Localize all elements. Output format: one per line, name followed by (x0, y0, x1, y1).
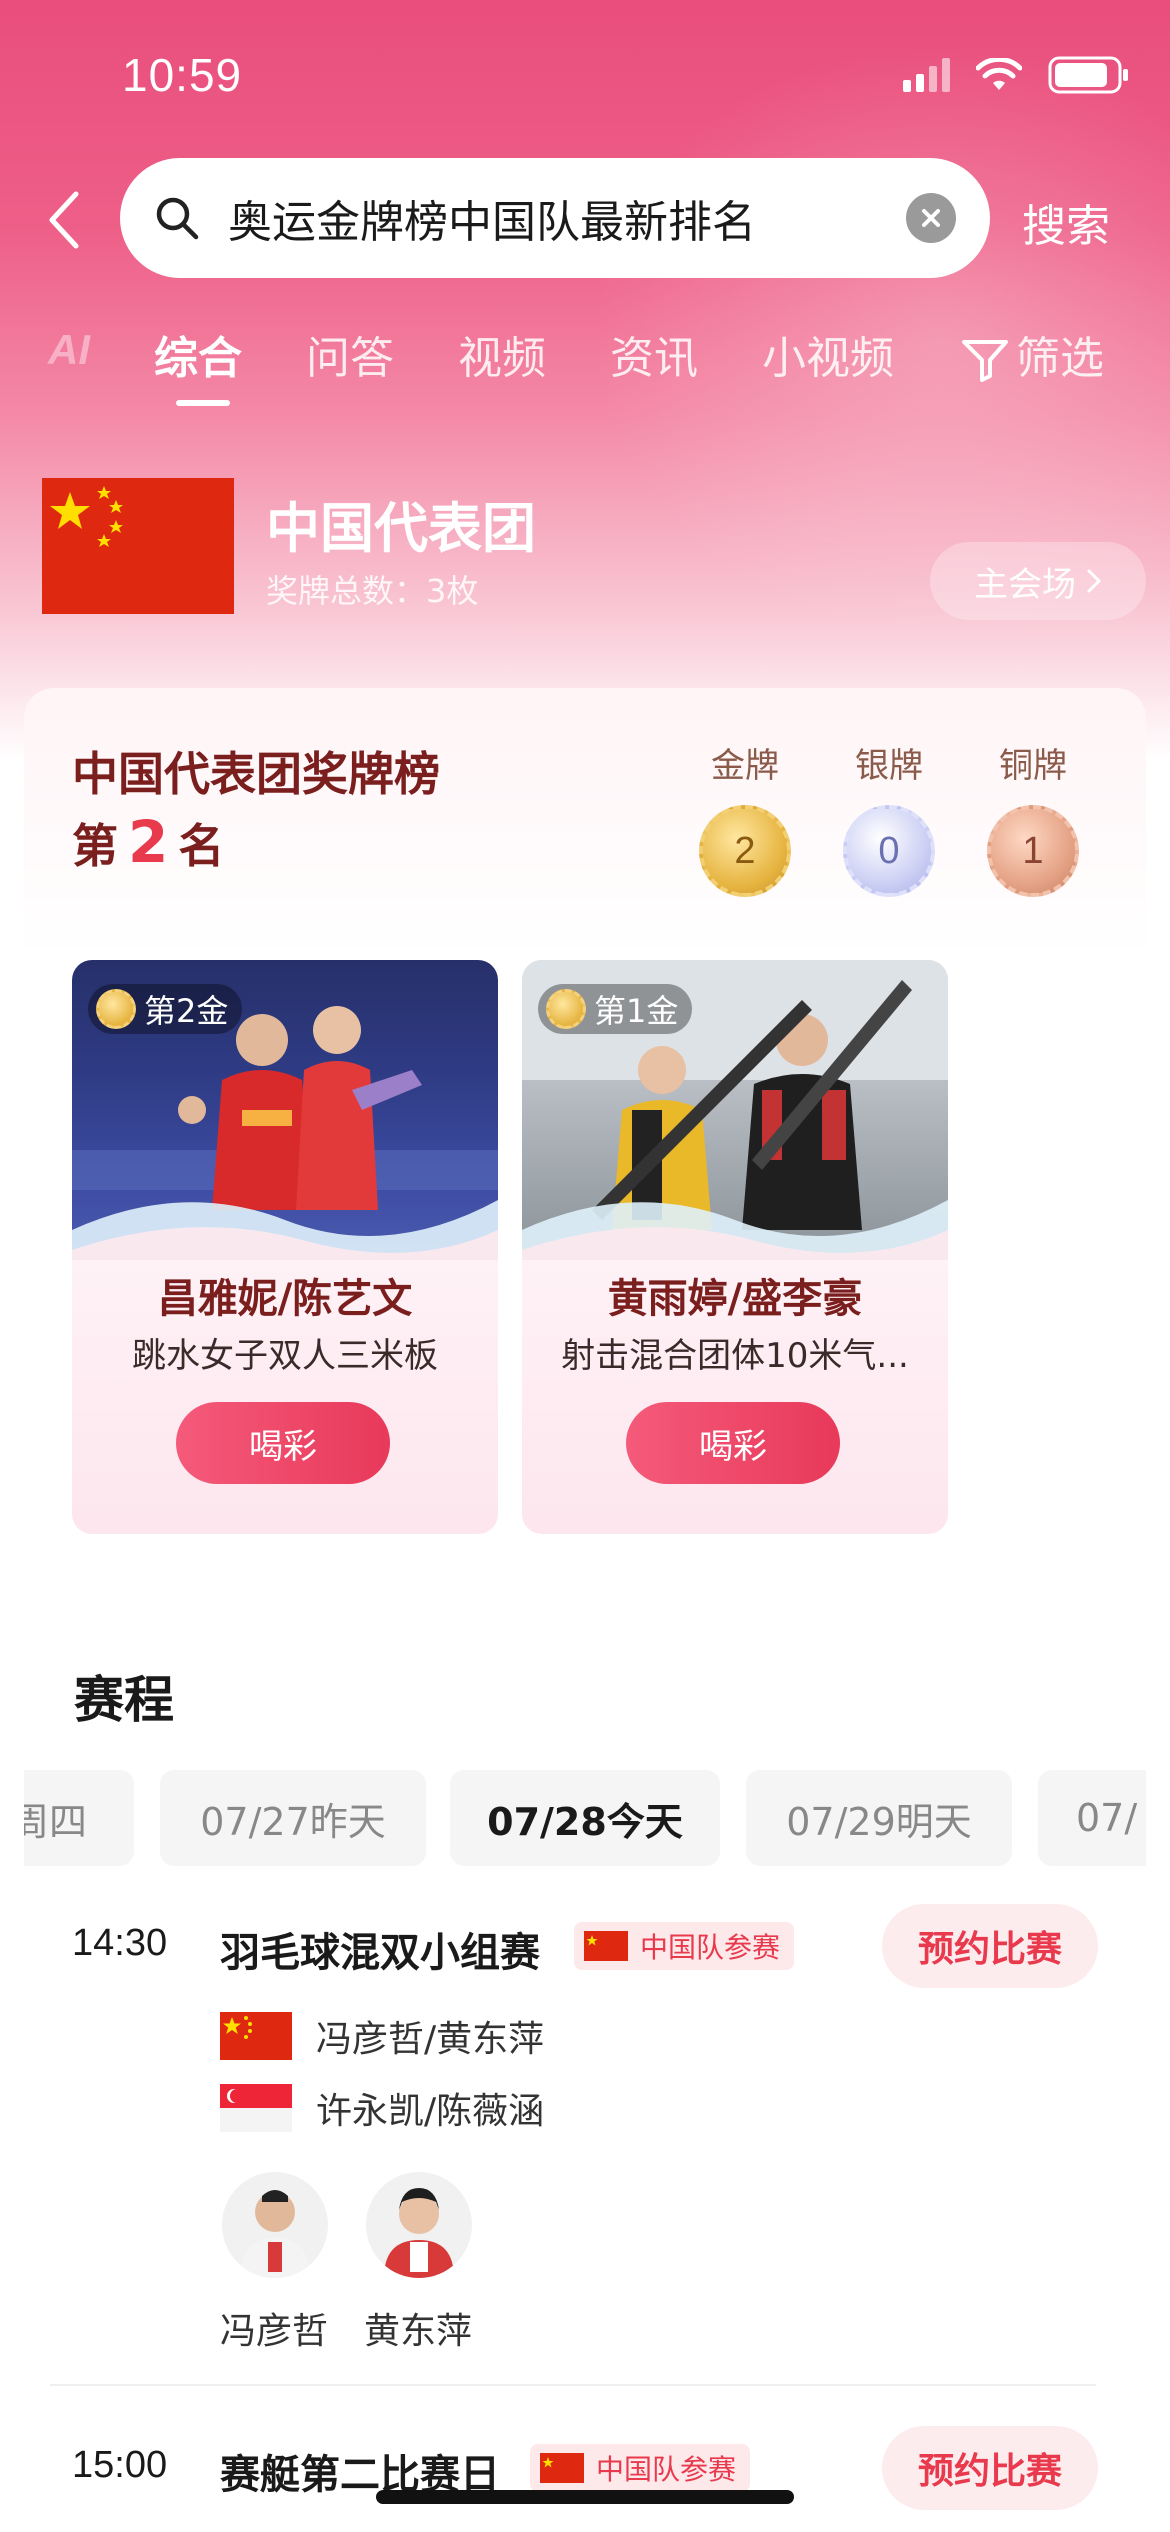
player-name: 冯彦哲 (220, 2311, 329, 2352)
athlete-photo: 第1金 (522, 960, 948, 1260)
bronze-medal-icon: 1 (987, 805, 1079, 897)
china-flag-icon (540, 2453, 584, 2483)
match-divider (50, 2384, 1096, 2386)
filter-icon[interactable] (960, 338, 1010, 382)
status-icons (903, 56, 1130, 94)
rank-prefix: 第 (72, 819, 118, 873)
back-button[interactable] (42, 190, 88, 250)
medal-total: 奖牌总数：3枚 (266, 572, 479, 610)
silver-medal-count: 银牌 0 (834, 738, 944, 897)
chevron-right-icon (1087, 569, 1102, 593)
date-tab[interactable]: 07/27昨天 (160, 1770, 426, 1866)
cellular-signal-icon (903, 58, 950, 92)
silver-label: 银牌 (855, 746, 923, 786)
gold-coin-icon (546, 989, 586, 1029)
cheer-button[interactable]: 喝彩 (176, 1402, 390, 1484)
delegation-name: 中国代表团 (266, 497, 536, 560)
medal-rank: 第2名 (72, 808, 224, 876)
player-name: 黄东萍 (364, 2311, 473, 2352)
china-team-badge: 中国队参赛 (574, 1922, 795, 1970)
cheer-button[interactable]: 喝彩 (626, 1402, 840, 1484)
tab-qa[interactable]: 问答 (306, 322, 394, 386)
bronze-label: 铜牌 (999, 746, 1067, 786)
home-indicator[interactable] (376, 2490, 794, 2504)
search-input[interactable]: 奥运金牌榜中国队最新排名 (120, 158, 990, 278)
clear-search-icon[interactable] (906, 193, 956, 243)
rank-number: 2 (128, 808, 169, 876)
wave-decoration (522, 1200, 948, 1260)
date-tab[interactable]: 07/ (1038, 1770, 1146, 1866)
tab-video[interactable]: 视频 (458, 322, 546, 386)
date-tab[interactable]: 07/29明天 (746, 1770, 1012, 1866)
team-b-players: 许永凯/陈薇涵 (316, 2091, 545, 2132)
china-team-badge-label: 中国队参赛 (640, 1931, 781, 1964)
main-venue-button[interactable]: 主会场 (930, 542, 1146, 620)
gold-order-tag: 第1金 (538, 984, 693, 1034)
bronze-medal-count: 铜牌 1 (978, 738, 1088, 897)
tab-news[interactable]: 资讯 (610, 322, 698, 386)
event-name: 跳水女子双人三米板 (132, 1336, 438, 1376)
match-time: 14:30 (72, 1922, 168, 1964)
battery-icon (1048, 56, 1130, 94)
team-row: 许永凯/陈薇涵 (220, 2082, 544, 2134)
player-avatar[interactable] (222, 2172, 328, 2278)
match-time: 15:00 (72, 2444, 168, 2486)
gold-order-tag: 第2金 (88, 984, 243, 1034)
reserve-match-button[interactable]: 预约比赛 (882, 1904, 1098, 1988)
search-icon (156, 197, 199, 240)
match-name[interactable]: 羽毛球混双小组赛 (220, 1920, 540, 1978)
date-tab-active[interactable]: 07/28今天 (450, 1770, 720, 1866)
rank-suffix: 名 (178, 819, 225, 873)
gold-label: 金牌 (711, 746, 779, 786)
search-query-text: 奥运金牌榜中国队最新排名 (228, 197, 756, 248)
china-flag-icon (220, 2012, 292, 2060)
gold-order-label: 第2金 (144, 992, 229, 1030)
silver-medal-icon: 0 (843, 805, 935, 897)
event-name: 射击混合团体10米气... (561, 1336, 909, 1376)
tab-filter[interactable]: 筛选 (1016, 322, 1104, 386)
medal-table-title: 中国代表团奖牌榜 (72, 747, 440, 801)
team-row: 冯彦哲/黄东萍 (220, 2010, 544, 2062)
active-tab-indicator (176, 400, 230, 406)
tab-short-video[interactable]: 小视频 (762, 322, 894, 386)
main-venue-label: 主会场 (974, 564, 1076, 605)
wave-decoration (72, 1200, 498, 1260)
gold-medal-icon: 2 (699, 805, 791, 897)
schedule-card: 赛程 周四 07/27昨天 07/28今天 07/29明天 07/ (24, 1610, 1146, 2532)
wifi-icon (976, 58, 1022, 92)
china-team-badge-label: 中国队参赛 (596, 2453, 737, 2486)
athlete-names: 黄雨婷/盛李豪 (607, 1276, 863, 1322)
china-flag (42, 478, 234, 614)
search-button[interactable]: 搜索 (1022, 190, 1110, 254)
player-avatar[interactable] (366, 2172, 472, 2278)
china-team-badge: 中国队参赛 (530, 2444, 751, 2492)
reserve-match-button[interactable]: 预约比赛 (882, 2426, 1098, 2510)
singapore-flag-icon (220, 2084, 292, 2132)
schedule-title: 赛程 (74, 1671, 174, 1729)
team-a-players: 冯彦哲/黄东萍 (316, 2019, 545, 2060)
gold-card[interactable]: 第2金 昌雅妮/陈艺文 跳水女子双人三米板 喝彩 (72, 960, 498, 1534)
gold-order-label: 第1金 (594, 992, 679, 1030)
gold-coin-icon (96, 989, 136, 1029)
chevron-left-icon (49, 191, 79, 249)
athlete-photo: 第2金 (72, 960, 498, 1260)
medal-table-card: 中国代表团奖牌榜 第2名 金牌 2 银牌 0 铜牌 1 第2金 昌雅妮/陈艺文 … (24, 688, 1146, 1584)
gold-card[interactable]: 第1金 黄雨婷/盛李豪 射击混合团体10米气... 喝彩 (522, 960, 948, 1534)
tab-comprehensive[interactable]: 综合 (154, 322, 242, 386)
date-selector: 周四 07/27昨天 07/28今天 07/29明天 07/ (24, 1770, 1146, 1866)
status-time: 10:59 (122, 49, 243, 101)
gold-medal-count: 金牌 2 (690, 738, 800, 897)
athlete-names: 昌雅妮/陈艺文 (157, 1276, 413, 1322)
date-tab[interactable]: 周四 (24, 1770, 134, 1866)
china-flag-icon (584, 1931, 628, 1961)
